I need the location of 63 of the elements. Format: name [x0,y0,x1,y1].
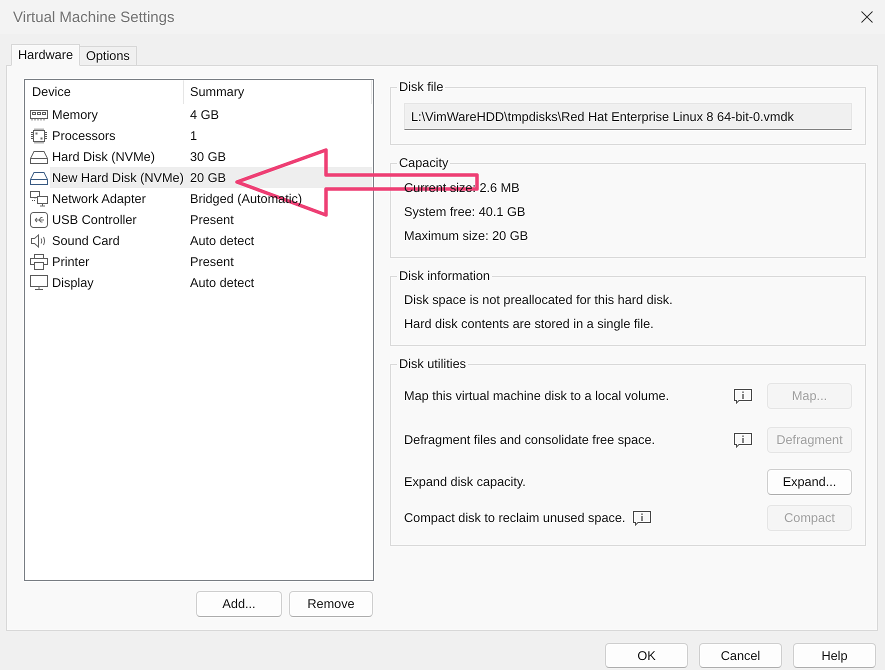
hard-drive-icon [30,148,48,164]
group-title: Disk information [398,269,491,283]
device-name: Memory [52,108,98,122]
info-icon[interactable] [734,432,752,448]
utility-description: Defragment files and consolidate free space. [404,433,656,447]
info-icon[interactable] [734,388,752,404]
device-name: Hard Disk (NVMe) [52,150,155,164]
column-header[interactable]: Summary [183,80,372,104]
device-summary: Auto detect [190,234,254,248]
device-row[interactable]: Display Auto detect [50,272,372,293]
device-name: USB Controller [52,212,137,226]
window-title: Virtual Machine Settings [13,8,174,26]
device-name: Printer [52,254,90,268]
tab[interactable]: Options [80,46,137,66]
usb-icon [30,212,48,228]
monitor-icon [30,274,48,290]
device-summary: Auto detect [190,276,254,290]
device-summary: Present [190,212,234,226]
device-row[interactable]: Printer Present [50,251,372,272]
dialog-button[interactable]: Help [793,643,876,668]
list-button[interactable]: Add... [196,591,282,617]
device-name: Sound Card [52,234,120,248]
hard-drive-icon [30,170,48,186]
capacity-text: System free: 40.1 GB [404,205,526,219]
device-row[interactable]: Sound Card Auto detect [50,230,372,251]
device-row[interactable]: Memory 4 GB [50,104,372,125]
device-summary: Present [190,254,234,268]
list-button[interactable]: Remove [289,591,373,617]
information-text: Disk space is not preallocated for this hard disk. [404,293,673,307]
device-row[interactable]: Hard Disk (NVMe) 30 GB [50,146,372,167]
device-summary: 1 [190,128,198,142]
device-summary: 20 GB [190,170,226,184]
tab[interactable]: Hardware [11,44,80,66]
device-row[interactable]: Processors 1 [50,125,372,146]
utility-description: Map this virtual machine disk to a local volume. [404,389,670,403]
group-title: Disk file [398,80,444,94]
group-title: Disk utilities [398,357,467,371]
group-title: Capacity [398,156,450,170]
device-name: Display [52,276,94,290]
device-name: Network Adapter [52,192,146,206]
printer-icon [30,254,48,270]
device-row[interactable]: New Hard Disk (NVMe) 20 GB [50,167,372,188]
capacity-text: Current size: 2.6 MB [404,181,520,195]
information-text: Hard disk contents are stored in a single file. [404,317,654,331]
chip-icon [30,128,48,144]
dialog-button[interactable]: Cancel [699,643,782,668]
speaker-icon [30,232,48,248]
dialog-button[interactable]: OK [605,643,688,668]
device-row[interactable]: USB Controller Present [50,209,372,230]
device-summary: 4 GB [190,108,219,122]
close-icon [861,11,873,23]
device-list[interactable] [24,79,374,581]
utility-button[interactable]: Expand... [767,469,852,495]
utility-description: Compact disk to reclaim unused space. [404,511,626,525]
capacity-text: Maximum size: 20 GB [404,229,528,243]
device-name: Processors [52,128,116,142]
info-icon[interactable] [633,510,652,526]
utility-description: Expand disk capacity. [404,475,526,489]
column-header[interactable]: Device [25,80,183,104]
network-icon [30,190,48,206]
disk-file-field[interactable]: L:\VimWareHDD\tmpdisks\Red Hat Enterprise Linux 8 64-bit-0.vmdk [404,103,852,130]
device-name: New Hard Disk (NVMe) [52,170,184,184]
device-summary: 30 GB [190,150,226,164]
